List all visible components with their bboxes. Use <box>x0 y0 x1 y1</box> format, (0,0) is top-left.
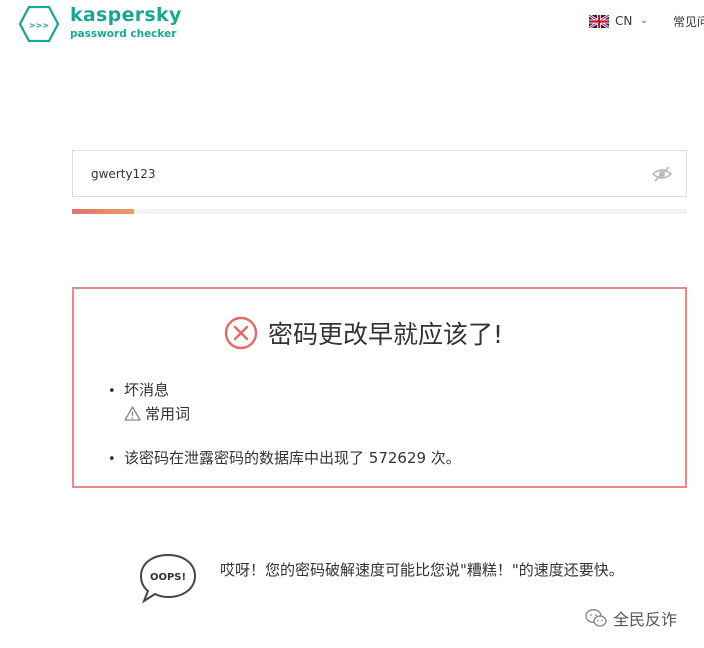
bullet-dot: • <box>108 452 116 467</box>
oops-message: 哎呀！您的密码破解速度可能比您说"糟糕！"的速度还要快。 <box>220 561 624 579</box>
watermark: 全民反诈 <box>585 606 677 630</box>
password-field <box>72 150 687 197</box>
breach-count-text: 该密码在泄露密码的数据库中出现了 572629 次。 <box>124 449 461 467</box>
strength-meter <box>72 209 687 214</box>
brand-name: kaspersky <box>70 4 182 26</box>
brand-subtitle: password checker <box>70 28 177 40</box>
result-panel: 密码更改早就应该了! • 坏消息 常用词 • 该密码在泄露密码的数据库中出现了 57… <box>72 287 687 488</box>
page: >>> xxx kaspersky password checker CN ⌄ … <box>0 0 704 648</box>
error-x-icon <box>224 316 258 350</box>
password-input[interactable] <box>73 151 686 196</box>
language-code: CN <box>615 14 633 28</box>
wechat-icon <box>585 609 607 627</box>
breach-count-item: • 该密码在泄露密码的数据库中出现了 572629 次。 <box>108 447 461 468</box>
strength-meter-fill <box>72 209 134 214</box>
chevron-down-icon: ⌄ <box>640 16 648 26</box>
brand-logo[interactable]: kaspersky password checker <box>70 6 182 40</box>
bad-news-item: • 坏消息 <box>108 379 169 400</box>
oops-badge-text: OOPS! <box>150 572 186 583</box>
faq-link[interactable]: 常见问 <box>673 13 704 30</box>
uk-flag-icon <box>589 14 609 28</box>
warning-icon <box>124 406 141 421</box>
common-word-label: 常用词 <box>145 405 191 423</box>
language-selector[interactable]: CN ⌄ <box>589 14 648 28</box>
kaspersky-logo-icon[interactable]: >>> xxx <box>19 6 59 42</box>
bad-news-label: 坏消息 <box>124 381 170 399</box>
watermark-text: 全民反诈 <box>613 610 678 629</box>
common-word-item: 常用词 <box>124 403 190 424</box>
bullet-dot: • <box>108 384 116 399</box>
eye-hidden-icon[interactable] <box>652 165 672 183</box>
result-title: 密码更改早就应该了! <box>268 320 504 349</box>
oops-speech-bubble-icon: OOPS! <box>139 553 197 604</box>
result-header: 密码更改早就应该了! <box>224 315 503 351</box>
